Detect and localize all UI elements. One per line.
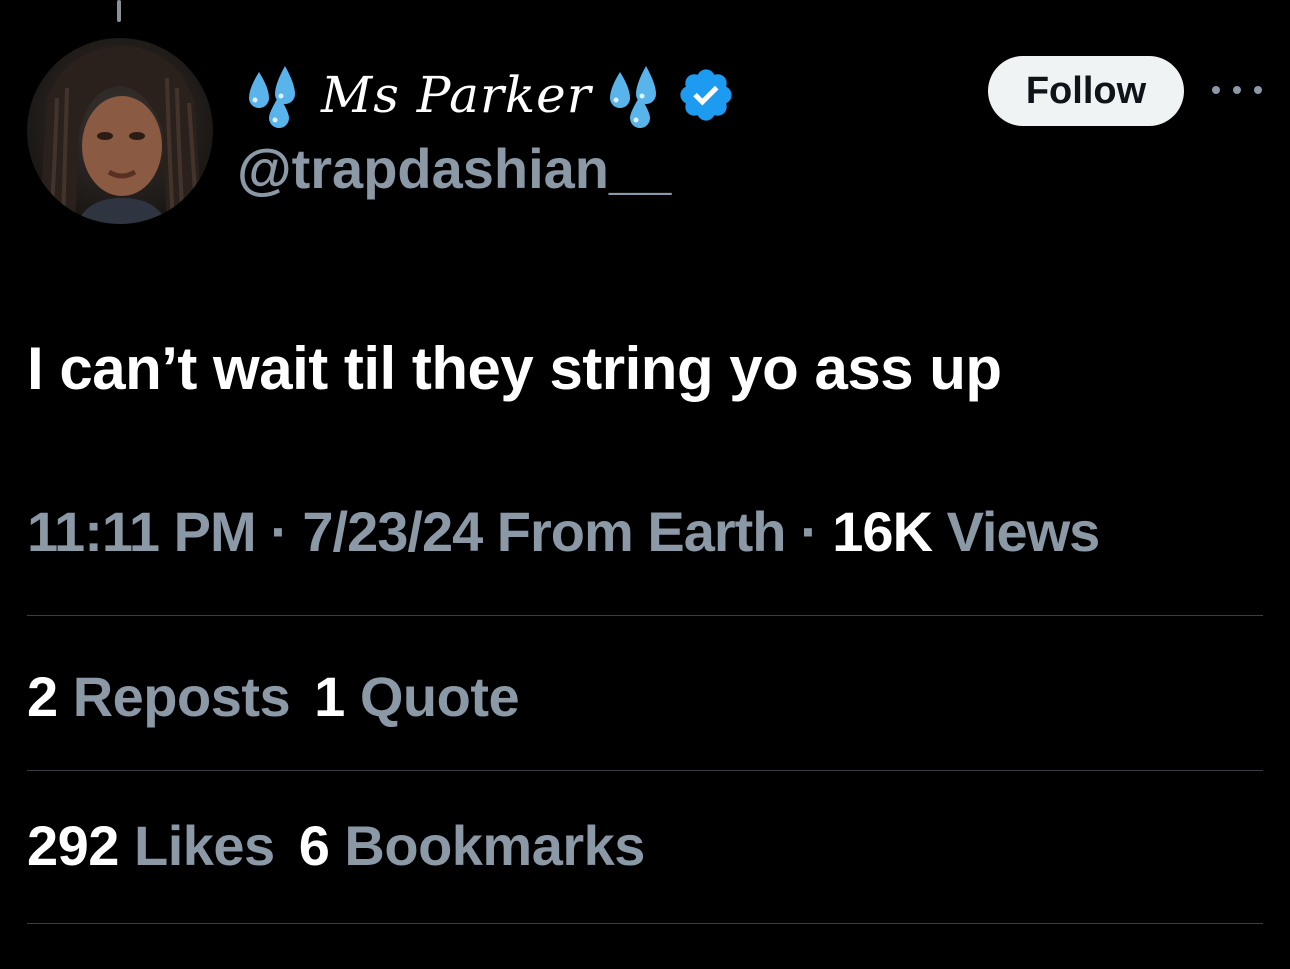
engagement-row-reposts: 2 Reposts 1 Quote [27, 664, 520, 729]
more-dot [1254, 86, 1262, 94]
divider [27, 770, 1263, 771]
tweet-date[interactable]: 7/23/24 [302, 500, 483, 563]
sweat-droplets-icon [609, 66, 656, 128]
bookmarks-stat[interactable]: 6 Bookmarks [298, 814, 646, 877]
bookmarks-label: Bookmarks [344, 814, 645, 877]
reposts-label: Reposts [72, 665, 291, 728]
follow-button[interactable]: Follow [988, 56, 1184, 126]
reposts-count: 2 [27, 665, 58, 728]
tweet-text: I can’t wait til they string yo ass up [27, 335, 1002, 402]
author-display-name[interactable]: Ms Parker [321, 66, 592, 124]
likes-stat[interactable]: 292 Likes [27, 814, 275, 877]
reposts-stat[interactable]: 2 Reposts [27, 665, 291, 728]
more-dot [1212, 86, 1220, 94]
author-handle[interactable]: @trapdashian__ [237, 136, 671, 201]
quotes-label: Quote [359, 665, 520, 728]
more-horizontal-icon[interactable] [1212, 79, 1262, 101]
sweat-droplets-icon [249, 66, 295, 128]
divider [27, 615, 1263, 616]
bookmarks-count: 6 [298, 814, 330, 877]
tweet-metadata: 11:11 PM · 7/23/24 From Earth · 16K View… [27, 499, 1101, 564]
meta-separator: · [270, 500, 289, 563]
meta-separator: · [800, 500, 819, 563]
quotes-count: 1 [314, 665, 345, 728]
views-count[interactable]: 16K [832, 500, 933, 563]
author-name-row[interactable]: Ms Parker [245, 55, 736, 135]
tweet-time[interactable]: 11:11 PM [27, 500, 257, 563]
more-dot [1233, 86, 1241, 94]
verified-badge-icon[interactable] [676, 65, 736, 125]
views-label[interactable]: Views [947, 500, 1101, 563]
likes-count: 292 [27, 814, 119, 877]
divider [27, 923, 1263, 924]
avatar[interactable] [27, 38, 213, 224]
likes-label: Likes [134, 814, 275, 877]
quotes-stat[interactable]: 1 Quote [314, 665, 519, 728]
thread-connector-line [117, 0, 121, 22]
engagement-row-likes: 292 Likes 6 Bookmarks [27, 813, 645, 878]
avatar-image [27, 38, 213, 224]
tweet-source: From Earth [496, 500, 787, 563]
